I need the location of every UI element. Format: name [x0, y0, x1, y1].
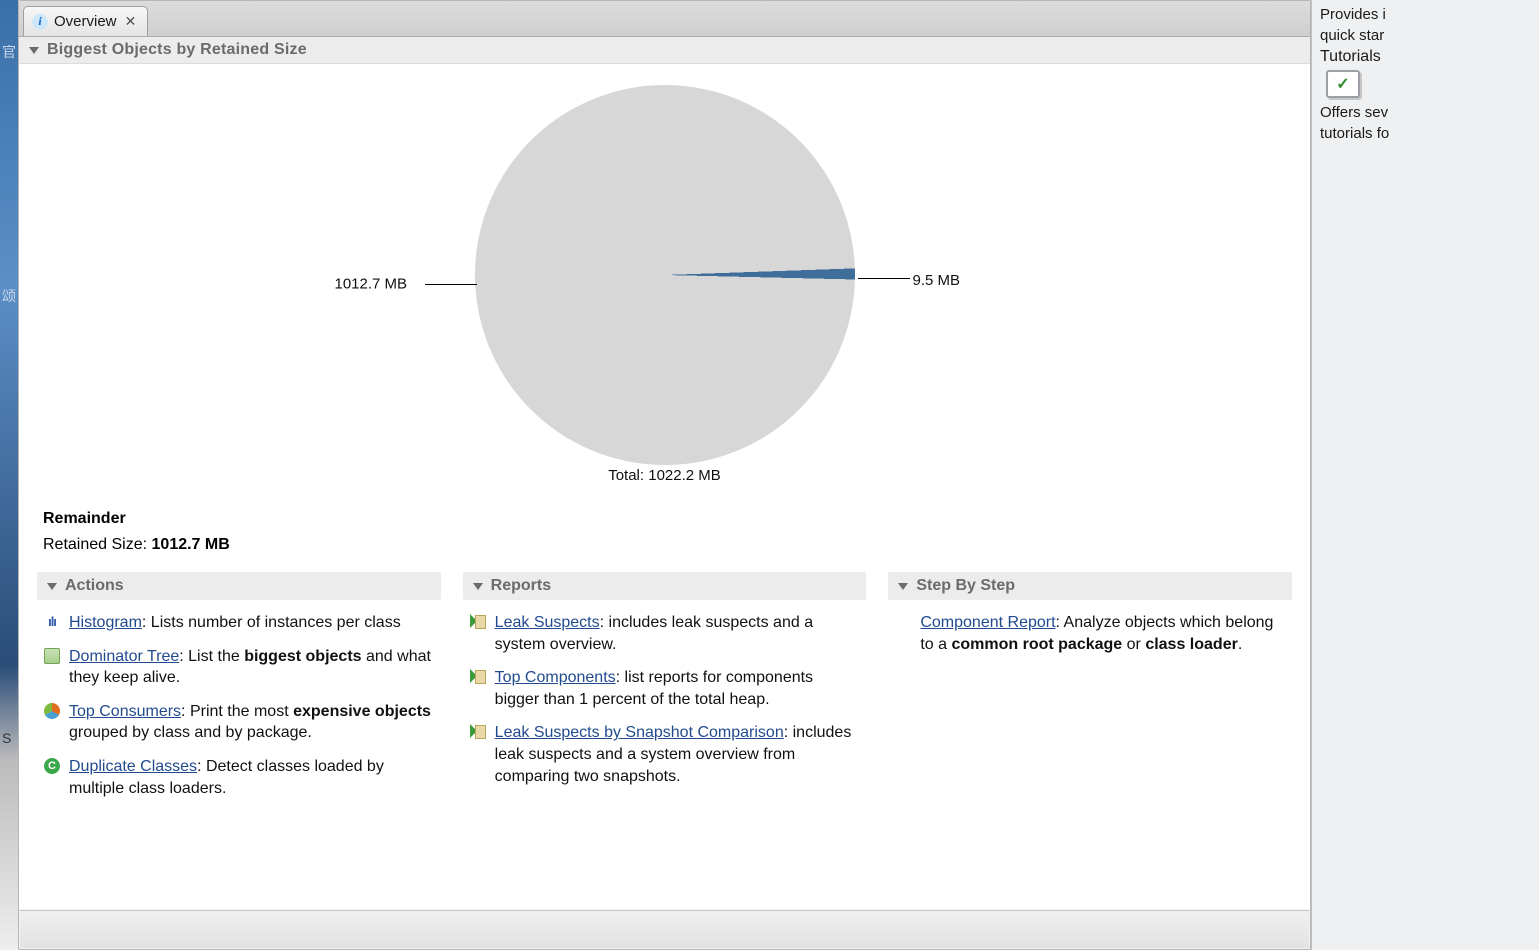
link-duplicate-classes[interactable]: Duplicate Classes — [69, 758, 197, 775]
link-top-components[interactable]: Top Components — [495, 669, 616, 686]
editor-area: i Overview ✕ Biggest Objects by Retained… — [18, 0, 1311, 950]
editor-body[interactable]: Biggest Objects by Retained Size Total: … — [19, 37, 1310, 909]
panel-title: Reports — [491, 577, 551, 595]
link-histogram[interactable]: Histogram — [69, 614, 142, 631]
step-component-report: Component Report: Analyze objects which … — [894, 612, 1286, 655]
link-top-consumers[interactable]: Top Consumers — [69, 703, 181, 720]
panels-row: Actions ılı Histogram: Lists number of i… — [19, 572, 1310, 841]
link-dominator-tree[interactable]: Dominator Tree — [69, 648, 179, 665]
chevron-down-icon[interactable] — [29, 47, 39, 54]
tab-overview[interactable]: i Overview ✕ — [23, 6, 148, 36]
action-desc: : List the — [179, 648, 244, 665]
report-leak-suspects: Leak Suspects: includes leak suspects an… — [469, 612, 861, 655]
retained-size-label: Retained Size: — [43, 536, 147, 553]
left-char: 颂 — [0, 284, 18, 308]
action-desc-bold: biggest objects — [244, 648, 361, 665]
panel-head-reports: Reports — [463, 572, 867, 600]
pie-leader-line — [425, 284, 477, 285]
section-biggest-objects: Biggest Objects by Retained Size — [19, 37, 1310, 64]
pie-leader-line — [858, 278, 910, 279]
retained-size-value: 1012.7 MB — [152, 536, 230, 553]
chevron-down-icon[interactable] — [47, 583, 57, 590]
close-icon[interactable]: ✕ — [123, 14, 139, 30]
action-desc-bold: class loader — [1145, 636, 1238, 653]
action-duplicate-classes: C Duplicate Classes: Detect classes load… — [43, 756, 435, 799]
selected-object-name: Remainder — [43, 510, 1286, 528]
histogram-icon: ılı — [43, 613, 61, 631]
tutorials-icon[interactable]: ✓ — [1326, 70, 1360, 98]
selection-summary: Remainder Retained Size: 1012.7 MB — [19, 504, 1310, 572]
action-dominator-tree: Dominator Tree: List the biggest objects… — [43, 646, 435, 689]
left-char: S — [0, 728, 18, 748]
pie-slice-label-other: 9.5 MB — [913, 272, 961, 289]
editor-tab-bar: i Overview ✕ — [19, 1, 1310, 37]
action-desc: : Lists number of instances per class — [142, 614, 401, 631]
tutorials-desc: tutorials fo — [1320, 125, 1531, 142]
action-desc-bold: common root package — [951, 636, 1122, 653]
chevron-down-icon[interactable] — [898, 583, 908, 590]
consumers-icon — [43, 702, 61, 720]
panel-head-actions: Actions — [37, 572, 441, 600]
duplicate-icon: C — [43, 757, 61, 775]
link-component-report[interactable]: Component Report — [920, 614, 1055, 631]
action-histogram: ılı Histogram: Lists number of instances… — [43, 612, 435, 634]
section-title: Biggest Objects by Retained Size — [47, 41, 307, 59]
help-text: Provides i — [1320, 6, 1531, 23]
action-desc: or — [1122, 636, 1145, 653]
report-top-components: Top Components: list reports for compone… — [469, 667, 861, 710]
bottom-tab-bar — [20, 910, 1309, 948]
action-desc: : Print the most — [181, 703, 293, 720]
panel-title: Actions — [65, 577, 124, 595]
report-icon — [469, 668, 487, 686]
action-top-consumers: Top Consumers: Print the most expensive … — [43, 701, 435, 744]
report-icon — [469, 723, 487, 741]
help-side-panel: Provides i quick star Tutorials ✓ Offers… — [1311, 0, 1539, 950]
chevron-down-icon[interactable] — [473, 583, 483, 590]
panel-step-by-step: Step By Step Component Report: Analyze o… — [888, 572, 1292, 811]
retained-size-row: Retained Size: 1012.7 MB — [43, 536, 1286, 554]
panel-actions: Actions ılı Histogram: Lists number of i… — [37, 572, 441, 811]
action-desc: . — [1238, 636, 1242, 653]
panel-title: Step By Step — [916, 577, 1015, 595]
tree-icon — [43, 647, 61, 665]
panel-reports: Reports Leak Suspects: includes leak sus… — [463, 572, 867, 811]
tab-title: Overview — [54, 13, 117, 30]
left-sidebar-strip: 官 颂 S — [0, 0, 18, 950]
report-leak-suspects-comparison: Leak Suspects by Snapshot Comparison: in… — [469, 722, 861, 787]
action-desc: grouped by class and by package. — [69, 724, 312, 741]
chart-total-label: Total: 1022.2 MB — [608, 467, 721, 484]
help-text: quick star — [1320, 27, 1531, 44]
info-icon: i — [32, 14, 48, 30]
link-leak-suspects-comparison[interactable]: Leak Suspects by Snapshot Comparison — [495, 724, 784, 741]
panel-head-step: Step By Step — [888, 572, 1292, 600]
report-icon — [469, 613, 487, 631]
left-char: 官 — [0, 40, 18, 64]
pie-chart-area: Total: 1022.2 MB 1012.7 MB 9.5 MB — [19, 64, 1310, 504]
blank-icon — [894, 613, 912, 631]
tutorials-desc: Offers sev — [1320, 104, 1531, 121]
pie-chart[interactable] — [468, 78, 861, 471]
tutorials-title: Tutorials — [1320, 48, 1531, 66]
pie-slice-label-remainder: 1012.7 MB — [335, 276, 408, 293]
action-desc-bold: expensive objects — [293, 703, 431, 720]
link-leak-suspects[interactable]: Leak Suspects — [495, 614, 600, 631]
